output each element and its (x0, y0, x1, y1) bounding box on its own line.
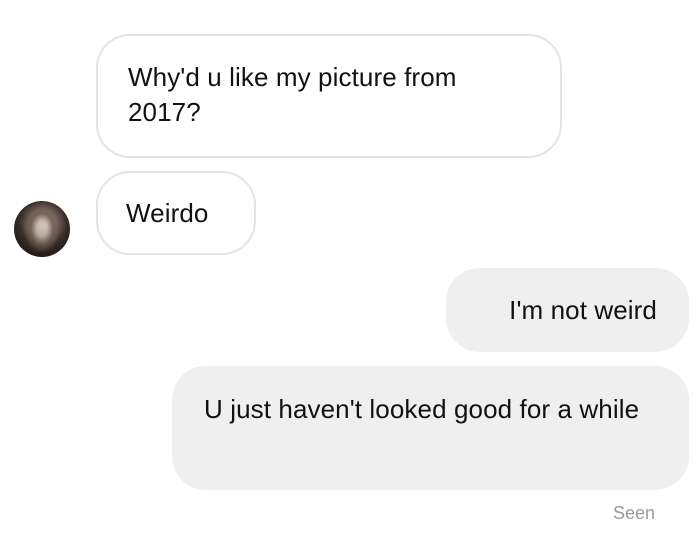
outgoing-message-bubble[interactable]: U just haven't looked good for a while (172, 366, 689, 490)
incoming-message-bubble[interactable]: Weirdo (96, 171, 256, 255)
message-text: I'm not weird (509, 295, 657, 325)
message-text: U just haven't looked good for a while (204, 394, 640, 424)
avatar-image (24, 209, 60, 253)
outgoing-message-bubble[interactable]: I'm not weird (446, 268, 689, 352)
message-text: Weirdo (126, 198, 209, 228)
message-text: Why'd u like my picture from 2017? (128, 62, 457, 127)
incoming-message-bubble[interactable]: Why'd u like my picture from 2017? (96, 34, 562, 158)
seen-status: Seen (612, 503, 655, 523)
message-thread: Why'd u like my picture from 2017? Weird… (0, 0, 700, 540)
sender-avatar[interactable] (14, 201, 70, 257)
